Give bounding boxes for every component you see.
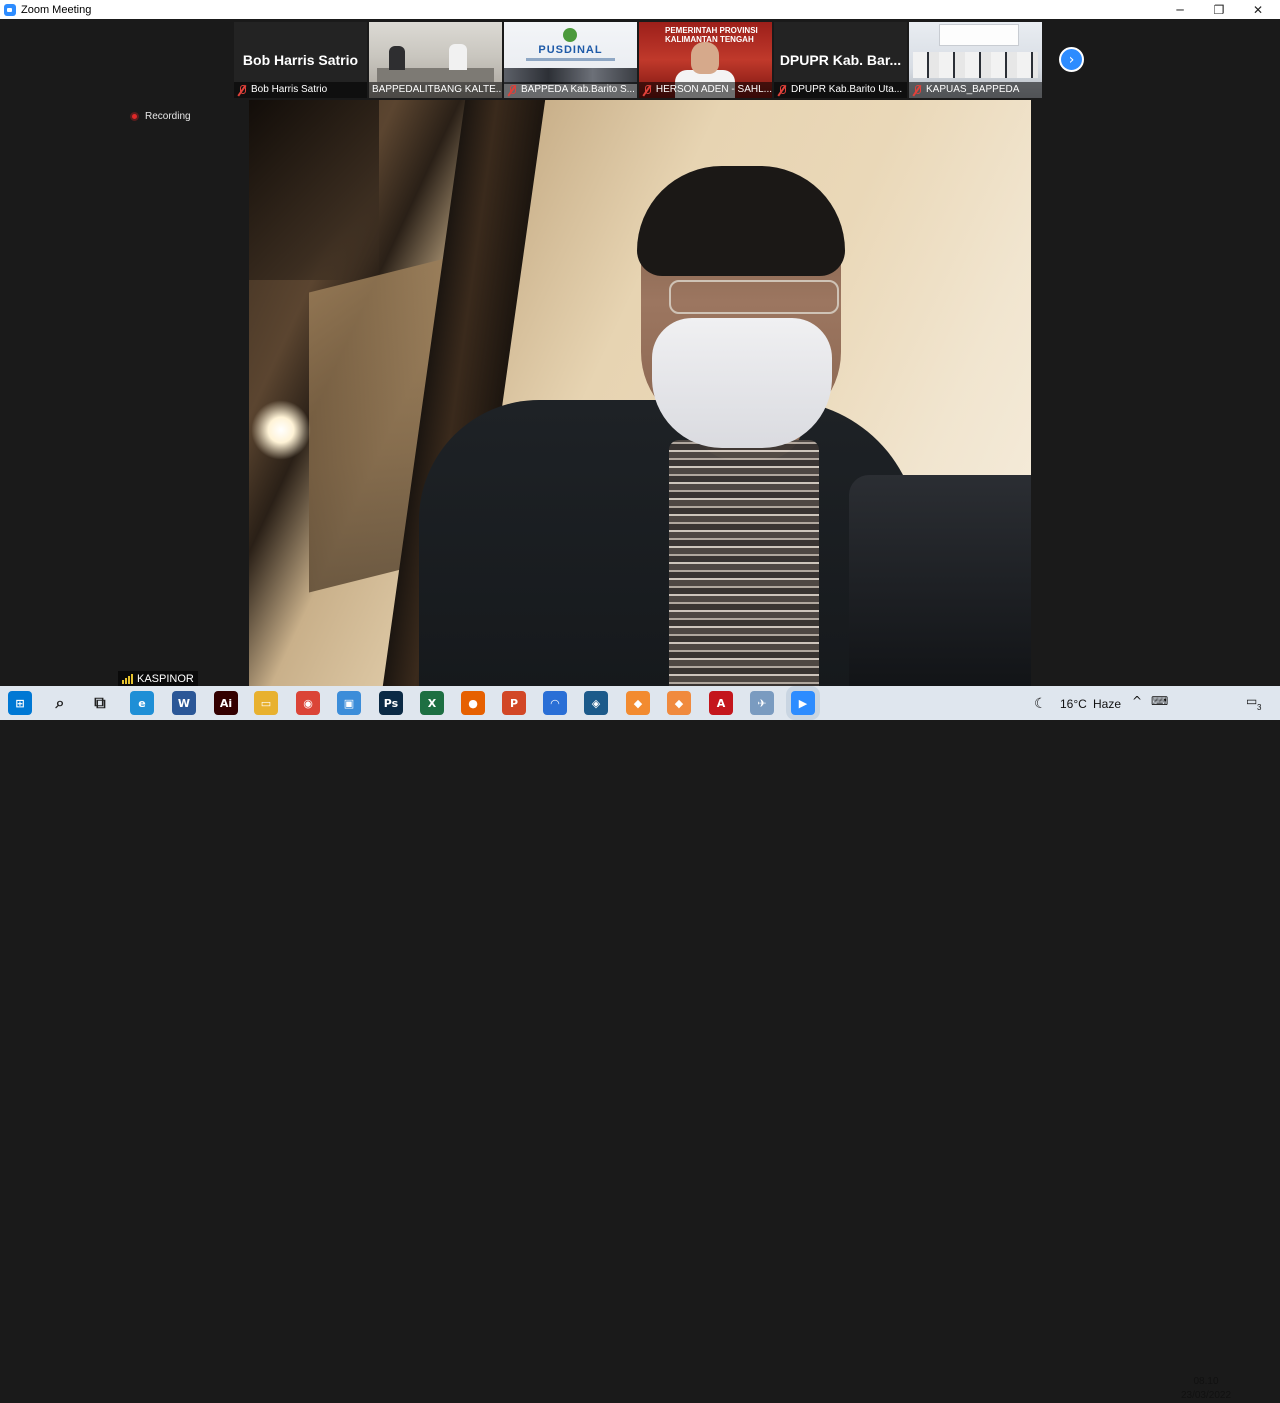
- participant-name: BAPPEDA Kab.Barito S...: [521, 84, 635, 95]
- participant-label: DPUPR Kab.Barito Uta...: [774, 82, 907, 98]
- video-person-glasses: [669, 280, 839, 314]
- recording-indicator[interactable]: Recording: [130, 111, 191, 122]
- restore-button[interactable]: ❐: [1199, 0, 1239, 19]
- next-page-button[interactable]: ›: [1059, 47, 1084, 72]
- video-lamp: [251, 400, 311, 460]
- video-desk: [377, 68, 494, 82]
- participant-label: BAPPEDALITBANG KALTE...: [369, 82, 502, 98]
- illustrator-icon[interactable]: Ai: [214, 691, 238, 715]
- zoom-icon[interactable]: ▶: [791, 691, 815, 715]
- video-person: [449, 44, 467, 70]
- satellite-app-icon[interactable]: ✈: [750, 691, 774, 715]
- clock-time: 08.10: [1193, 1376, 1219, 1387]
- arc-icon[interactable]: ◠: [543, 691, 567, 715]
- notification-count: 3: [1257, 703, 1262, 712]
- weather-icon[interactable]: ☾: [1034, 695, 1047, 712]
- participant-display-name: Bob Harris Satrio: [242, 52, 359, 68]
- photos-icon[interactable]: ▣: [337, 691, 361, 715]
- photoshop-icon[interactable]: Ps: [379, 691, 403, 715]
- mic-muted-icon: [237, 84, 247, 96]
- participant-thumbnail[interactable]: DPUPR Kab. Bar... DPUPR Kab.Barito Uta..…: [774, 22, 907, 98]
- video-subtitle-line: [526, 58, 615, 61]
- firefox-icon[interactable]: ●: [461, 691, 485, 715]
- video-foreground-object: [849, 475, 1031, 686]
- participant-name: DPUPR Kab.Barito Uta...: [791, 84, 903, 95]
- chrome-icon[interactable]: ◉: [296, 691, 320, 715]
- participant-label: HERSON ADEN - SAHL...: [639, 82, 772, 98]
- tray-expand-icon[interactable]: ^: [1132, 694, 1142, 708]
- active-speaker-name: KASPINOR: [137, 672, 194, 685]
- participant-name: Bob Harris Satrio: [251, 84, 328, 95]
- video-person: [389, 46, 405, 70]
- video-person-mask: [652, 318, 832, 448]
- participant-name: BAPPEDALITBANG KALTE...: [372, 84, 502, 95]
- bookmark-app-icon[interactable]: ◆: [626, 691, 650, 715]
- windows-start-icon[interactable]: ⊞: [8, 691, 32, 715]
- participant-thumbnail[interactable]: PEMERINTAH PROVINSI KALIMANTAN TENGAH HE…: [639, 22, 772, 98]
- mic-muted-icon: [642, 84, 652, 96]
- keyboard-icon[interactable]: ⌨: [1151, 694, 1168, 708]
- mic-muted-icon: [912, 84, 922, 96]
- emblem-icon: [563, 28, 577, 42]
- minimize-button[interactable]: ─: [1160, 0, 1200, 19]
- video-logo-text: PUSDINAL: [538, 44, 603, 56]
- close-button[interactable]: ✕: [1238, 0, 1278, 19]
- video-shadow: [249, 100, 379, 280]
- blender-icon[interactable]: ◆: [667, 691, 691, 715]
- acrobat-icon[interactable]: A: [709, 691, 733, 715]
- signal-strength-icon: [122, 673, 133, 684]
- powerpoint-icon[interactable]: P: [502, 691, 526, 715]
- participant-name: KAPUAS_BAPPEDA: [926, 84, 1020, 95]
- active-speaker-video[interactable]: [249, 100, 1031, 686]
- video-banner-text: PEMERINTAH PROVINSI KALIMANTAN TENGAH: [665, 26, 758, 44]
- mic-muted-icon: [777, 84, 787, 96]
- participant-label: BAPPEDA Kab.Barito S...: [504, 82, 637, 98]
- participant-thumbnail[interactable]: Bob Harris Satrio Bob Harris Satrio: [234, 22, 367, 98]
- thumbnail-strip: Bob Harris Satrio Bob Harris Satrio BAPP…: [234, 22, 1042, 98]
- weather-desc[interactable]: Haze: [1093, 697, 1121, 711]
- participant-thumbnail[interactable]: BAPPEDALITBANG KALTE...: [369, 22, 502, 98]
- word-icon[interactable]: W: [172, 691, 196, 715]
- notification-icon[interactable]: ▭: [1246, 694, 1257, 708]
- task-view-icon[interactable]: ⧉: [88, 691, 112, 715]
- excel-icon[interactable]: X: [420, 691, 444, 715]
- participant-thumbnail[interactable]: PUSDINAL BAPPEDA Kab.Barito S...: [504, 22, 637, 98]
- active-speaker-name-tag: KASPINOR: [118, 671, 198, 686]
- zoom-app-icon: [4, 3, 16, 16]
- video-person-hair: [637, 166, 845, 276]
- participant-display-name: DPUPR Kab. Bar...: [779, 52, 902, 68]
- recording-dot-icon: [130, 112, 139, 121]
- mic-muted-icon: [507, 84, 517, 96]
- recording-label: Recording: [145, 111, 191, 122]
- window-title: Zoom Meeting: [21, 3, 92, 16]
- search-icon[interactable]: ⌕: [48, 691, 72, 715]
- taskbar-clock[interactable]: 08.10 23/03/2022: [1176, 1375, 1236, 1403]
- video-person-face: [691, 42, 719, 74]
- video-people-row: [913, 52, 1038, 78]
- participant-label: KAPUAS_BAPPEDA: [909, 82, 1042, 98]
- window-titlebar: Zoom Meeting ─ ❐ ✕: [0, 0, 1280, 19]
- meeting-area: Bob Harris Satrio Bob Harris Satrio BAPP…: [0, 19, 1280, 686]
- participant-label: Bob Harris Satrio: [234, 82, 367, 98]
- participant-name: HERSON ADEN - SAHL...: [655, 84, 772, 95]
- windows-taskbar: ⊞ ⌕ ⧉ e W Ai ▭ ◉ ▣ Ps X ● P ◠ ◈ ◆ ◆ A ✈ ▶ ☾ 16°C Haze ^ ⌨ 0…: [0, 686, 1280, 1401]
- video-backdrop-board: [939, 24, 1019, 46]
- file-explorer-icon[interactable]: ▭: [254, 691, 278, 715]
- clock-date: 23/03/2022: [1180, 1390, 1232, 1401]
- weather-temp[interactable]: 16°C: [1060, 697, 1087, 711]
- participant-thumbnail[interactable]: KAPUAS_BAPPEDA: [909, 22, 1042, 98]
- edge-icon[interactable]: e: [130, 691, 154, 715]
- sketchup-icon[interactable]: ◈: [584, 691, 608, 715]
- video-person-shirt: [669, 440, 819, 686]
